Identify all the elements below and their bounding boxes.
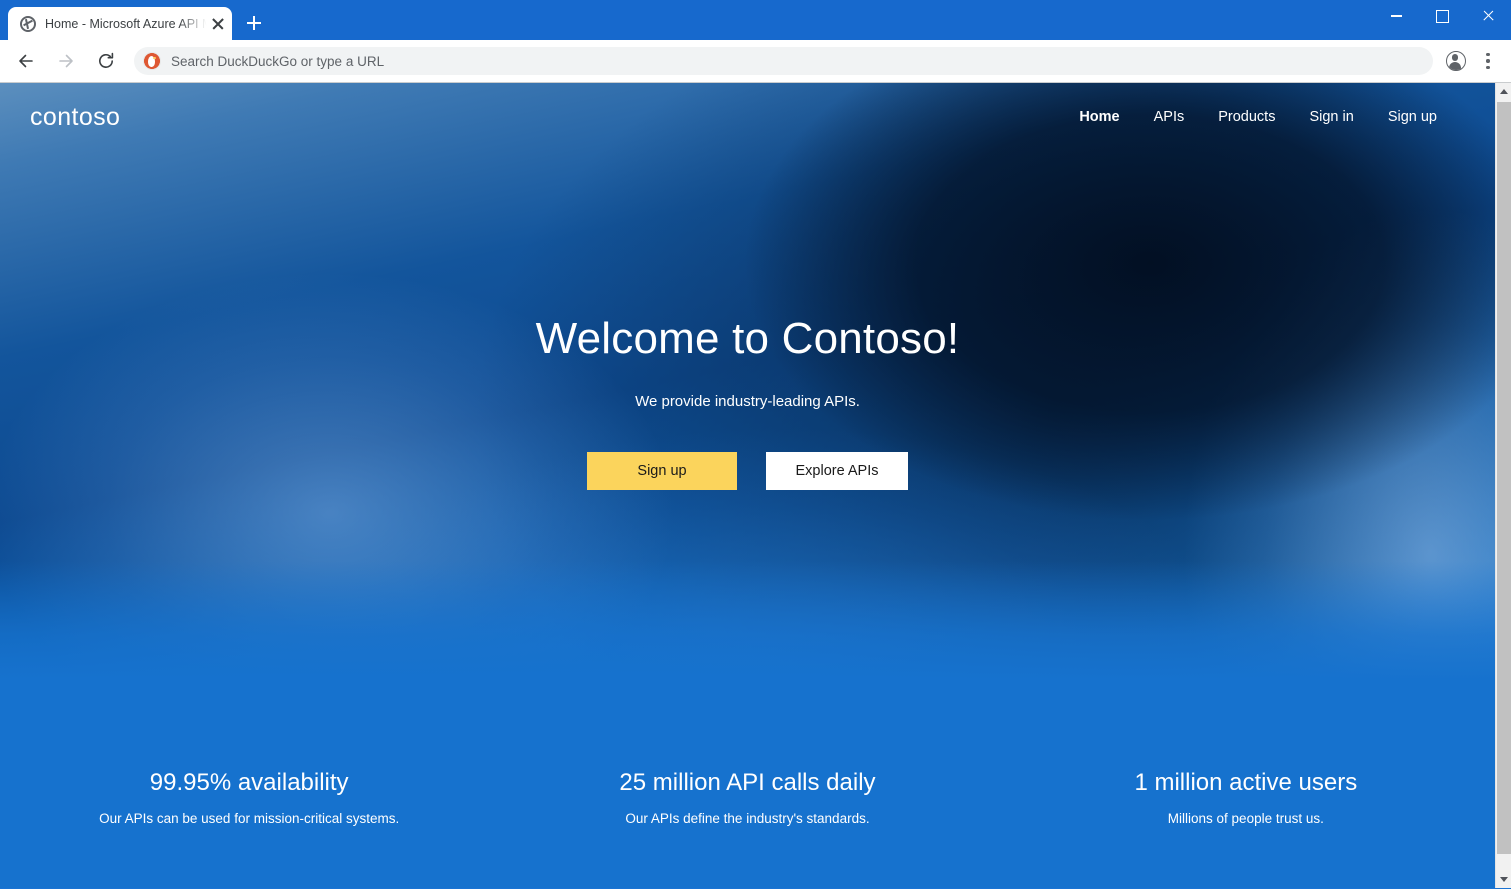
hero-subtitle: We provide industry-leading APIs. xyxy=(635,393,860,411)
browser-window: Home - Microsoft Azure API Man Search Du… xyxy=(0,0,1511,889)
hero-actions: Sign up Explore APIs xyxy=(0,452,1495,491)
scroll-up-arrow-icon[interactable] xyxy=(1496,83,1511,100)
nav-link-home[interactable]: Home xyxy=(1079,109,1119,125)
nav-link-products[interactable]: Products xyxy=(1218,109,1275,125)
stat-description: Millions of people trust us. xyxy=(1167,810,1324,826)
stat-value: 25 million API calls daily xyxy=(619,769,876,796)
browser-toolbar: Search DuckDuckGo or type a URL xyxy=(0,40,1511,83)
stat-value: 99.95% availability xyxy=(149,769,349,796)
hero-section: contoso Home APIs Products Sign in Sign … xyxy=(0,83,1495,681)
tab-title: Home - Microsoft Azure API Man xyxy=(45,16,208,31)
address-bar[interactable]: Search DuckDuckGo or type a URL xyxy=(134,47,1433,75)
forward-arrow-icon xyxy=(50,45,82,77)
duckduckgo-icon xyxy=(143,52,161,70)
minimize-icon[interactable] xyxy=(1373,0,1419,32)
page-title: Welcome to Contoso! xyxy=(535,314,960,363)
sign-up-button[interactable]: Sign up xyxy=(587,452,737,491)
stat-item: 1 million active users Millions of peopl… xyxy=(997,769,1495,826)
nav-link-sign-in[interactable]: Sign in xyxy=(1309,109,1353,125)
new-tab-button[interactable] xyxy=(240,9,268,37)
stats-section: 99.95% availability Our APIs can be used… xyxy=(0,681,1495,888)
close-icon[interactable] xyxy=(210,16,226,32)
site-logo[interactable]: contoso xyxy=(30,103,120,132)
stat-description: Our APIs define the industry's standards… xyxy=(625,810,870,826)
web-page: contoso Home APIs Products Sign in Sign … xyxy=(0,83,1495,888)
tab-strip: Home - Microsoft Azure API Man xyxy=(0,0,268,40)
page-viewport: contoso Home APIs Products Sign in Sign … xyxy=(0,83,1511,888)
three-dot-menu-icon[interactable] xyxy=(1473,46,1503,76)
close-icon[interactable] xyxy=(1465,0,1511,32)
account-avatar-icon[interactable] xyxy=(1441,46,1471,76)
scrollbar-thumb[interactable] xyxy=(1497,102,1511,854)
maximize-icon[interactable] xyxy=(1419,0,1465,32)
back-arrow-icon[interactable] xyxy=(10,45,42,77)
hero-content: Welcome to Contoso! We provide industry-… xyxy=(0,145,1495,491)
stat-description: Our APIs can be used for mission-critica… xyxy=(99,810,400,826)
stat-item: 25 million API calls daily Our APIs defi… xyxy=(498,769,996,826)
main-navigation: Home APIs Products Sign in Sign up xyxy=(1079,109,1457,125)
stat-item: 99.95% availability Our APIs can be used… xyxy=(0,769,498,826)
scroll-down-arrow-icon[interactable] xyxy=(1496,871,1511,888)
globe-icon xyxy=(20,15,36,32)
window-controls xyxy=(1373,0,1511,32)
browser-title-bar: Home - Microsoft Azure API Man xyxy=(0,0,1511,40)
explore-apis-button[interactable]: Explore APIs xyxy=(766,452,908,491)
reload-icon[interactable] xyxy=(90,45,122,77)
address-bar-placeholder: Search DuckDuckGo or type a URL xyxy=(171,53,385,69)
browser-tab[interactable]: Home - Microsoft Azure API Man xyxy=(8,7,232,40)
site-header: contoso Home APIs Products Sign in Sign … xyxy=(0,83,1495,145)
nav-link-apis[interactable]: APIs xyxy=(1154,109,1185,125)
nav-link-sign-up[interactable]: Sign up xyxy=(1388,109,1437,125)
stat-value: 1 million active users xyxy=(1134,769,1358,796)
page-scrollbar[interactable] xyxy=(1495,83,1511,888)
